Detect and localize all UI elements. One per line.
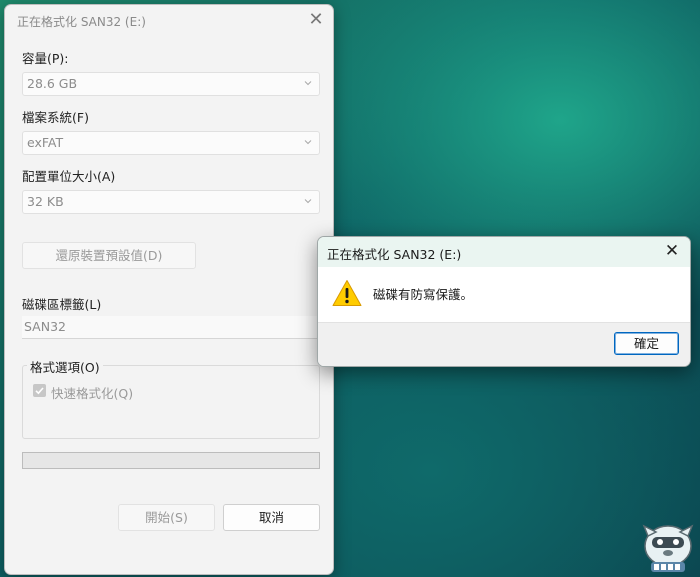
allocation-label: 配置單位大小(A) [22, 169, 116, 184]
capacity-value: 28.6 GB [27, 76, 78, 91]
allocation-select[interactable]: 32 KB [22, 190, 320, 214]
allocation-value: 32 KB [27, 194, 64, 209]
volume-label-value: SAN32 [24, 319, 66, 334]
format-progress-bar [22, 452, 320, 469]
volume-label-caption: 磁碟區標籤(L) [22, 297, 102, 312]
ok-button[interactable]: 確定 [614, 332, 679, 355]
chevron-down-icon [304, 199, 312, 204]
format-options-title: 格式選項(O) [27, 357, 103, 376]
chevron-down-icon [304, 140, 312, 145]
message-box-titlebar: 正在格式化 SAN32 (E:) ✕ [318, 237, 690, 267]
filesystem-label: 檔案系統(F) [22, 110, 89, 125]
start-button[interactable]: 開始(S) [118, 504, 215, 531]
restore-defaults-button[interactable]: 還原裝置預設值(D) [22, 242, 196, 269]
close-icon[interactable]: ✕ [662, 241, 682, 261]
capacity-label: 容量(P): [22, 51, 69, 66]
format-options-group [22, 365, 320, 439]
close-icon[interactable]: ✕ [305, 9, 327, 31]
message-text: 磁碟有防寫保護。 [373, 287, 474, 302]
quick-format-label: 快速格式化(Q) [51, 386, 134, 401]
filesystem-value: exFAT [27, 135, 64, 150]
volume-label-input[interactable]: SAN32 [22, 316, 318, 339]
format-dialog-title: 正在格式化 SAN32 (E:) [17, 15, 146, 29]
message-box-title: 正在格式化 SAN32 (E:) [327, 247, 462, 262]
checkmark-icon [35, 387, 44, 395]
cancel-button[interactable]: 取消 [223, 504, 320, 531]
write-protect-message-box: 正在格式化 SAN32 (E:) ✕ 磁碟有防寫保護。 確定 [317, 236, 691, 367]
quick-format-checkbox[interactable] [33, 384, 46, 397]
format-dialog: 正在格式化 SAN32 (E:) ✕ 容量(P): 28.6 GB 檔案系統(F… [4, 4, 334, 575]
capacity-select[interactable]: 28.6 GB [22, 72, 320, 96]
filesystem-select[interactable]: exFAT [22, 131, 320, 155]
format-dialog-titlebar: 正在格式化 SAN32 (E:) ✕ [5, 5, 333, 35]
mascot-logo-icon [642, 524, 694, 572]
chevron-down-icon [304, 81, 312, 86]
warning-icon [332, 280, 362, 306]
